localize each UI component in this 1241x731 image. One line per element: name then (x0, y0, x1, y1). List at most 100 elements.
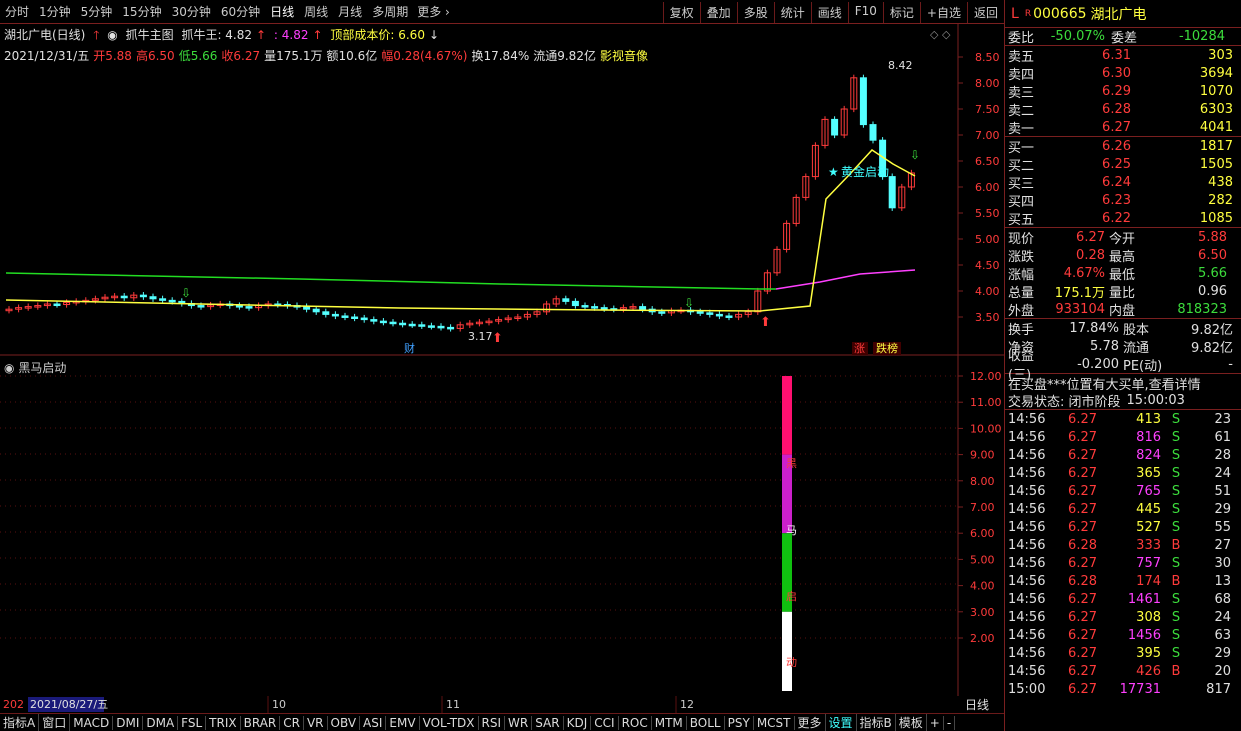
tool-button-3[interactable]: 统计 (773, 2, 811, 23)
period-tab-3[interactable]: 15分钟 (117, 3, 166, 20)
ask-volume: 3694 (1199, 65, 1233, 81)
tool-button-6[interactable]: 标记 (882, 2, 920, 23)
indicator-tab-4[interactable]: DMA (143, 715, 179, 730)
candle-body (706, 312, 714, 315)
indicator-tab-15[interactable]: WR (505, 715, 533, 730)
bid-volume: 438 (1208, 174, 1233, 190)
tick-list[interactable]: 14:56 6.27 413 S 23 14:56 6.27 816 S 61 14:56 6.27 8… (1005, 410, 1241, 698)
period-tab-0[interactable]: 分时 (0, 3, 34, 20)
tool-button-0[interactable]: 复权 (662, 2, 700, 23)
val2-up-arrow-icon: ↑ (312, 28, 323, 42)
quote2-row: 换手 17.84% 股本 9.82亿 (1005, 319, 1241, 338)
indicator-tab-17[interactable]: KDJ (564, 715, 592, 730)
stock-flag: L (1011, 5, 1019, 22)
quote-label: 涨幅 (1008, 267, 1035, 283)
finance-marker[interactable]: 财 (404, 341, 415, 355)
tick-price: 6.28 (1068, 573, 1097, 589)
indicator-tab-2[interactable]: MACD (70, 715, 114, 730)
period-tab-1[interactable]: 1分钟 (34, 3, 76, 20)
indicator-tab-19[interactable]: ROC (619, 715, 652, 730)
indicator-tab-26[interactable]: 指标B (857, 714, 896, 731)
indicator-tab-14[interactable]: RSI (479, 715, 506, 730)
date-start: 2021/08/27/五 (30, 698, 108, 711)
notice-link[interactable]: 在买盘***位置有大买单,查看详情 (1005, 374, 1241, 393)
period-tab-7[interactable]: 周线 (299, 3, 333, 20)
indicator-name[interactable]: 抓牛主图 (126, 28, 174, 42)
more-periods-button[interactable]: 更多 › (413, 3, 454, 20)
candle-body (360, 317, 368, 321)
quote-value2: 6.50 (1198, 247, 1227, 263)
candle-body (53, 303, 61, 306)
tick-price: 6.27 (1068, 555, 1097, 571)
tool-button-1[interactable]: 叠加 (699, 2, 737, 23)
indicator-tab-25[interactable]: 设置 (826, 714, 857, 731)
indicator-tab-22[interactable]: PSY (725, 715, 754, 730)
tick-row: 14:56 6.27 308 S 24 (1005, 608, 1241, 626)
indicator-tab-6[interactable]: TRIX (206, 715, 241, 730)
y-sub-label: 3.00 (970, 606, 995, 619)
indicator-tab-8[interactable]: CR (280, 715, 304, 730)
indicator-tab-13[interactable]: VOL-TDX (420, 715, 479, 730)
indicator-tab-29[interactable]: - (944, 715, 956, 730)
period-tab-4[interactable]: 30分钟 (167, 3, 216, 20)
tool-button-2[interactable]: 多股 (736, 2, 774, 23)
indicator-tab-0[interactable]: 指标A (0, 714, 40, 731)
indicator-tab-20[interactable]: MTM (652, 715, 687, 730)
indicator-tab-11[interactable]: ASI (360, 715, 387, 730)
indicator-tab-5[interactable]: FSL (178, 715, 207, 730)
period-tab-9[interactable]: 多周期 (367, 3, 413, 20)
indicator-tab-28[interactable]: + (927, 715, 944, 730)
candle-body (341, 315, 349, 318)
tick-time: 14:56 (1008, 537, 1046, 553)
quote-value: 4.67% (1063, 265, 1105, 281)
indicator-tab-23[interactable]: MCST (754, 715, 795, 730)
bid-row: 买三 6.24 438 (1005, 173, 1241, 192)
indicator-tab-18[interactable]: CCI (591, 715, 619, 730)
tick-row: 14:56 6.27 527 S 55 (1005, 518, 1241, 536)
indicator-tab-9[interactable]: VR (304, 715, 328, 730)
quote-label2: 内盘 (1109, 303, 1136, 319)
indicator-tab-10[interactable]: OBV (328, 715, 361, 730)
indicator-tab-21[interactable]: BOLL (687, 715, 725, 730)
ask-volume: 1070 (1199, 83, 1233, 99)
indicator-tab-16[interactable]: SAR (532, 715, 564, 730)
tool-button-8[interactable]: 返回 (966, 2, 1004, 23)
tool-button-7[interactable]: +自选 (919, 2, 967, 23)
indicator-tab-1[interactable]: 窗口 (39, 714, 71, 731)
sub-title-label: 黑马启动 (18, 361, 67, 375)
kline-chart-svg[interactable]: 8.50 8.00 7.50 7.00 6.50 6.00 5.50 5.00 4.50 4.00… (0, 24, 1004, 696)
tick-price: 6.28 (1068, 537, 1097, 553)
period-tab-8[interactable]: 月线 (333, 3, 367, 20)
sub-toggle-icon[interactable]: ◉ (4, 361, 14, 375)
bid-label: 买四 (1008, 194, 1035, 210)
y-main-label: 7.50 (975, 103, 1000, 116)
tick-price: 6.27 (1068, 519, 1097, 535)
sub-indicator-title[interactable]: ◉ 黑马启动 (4, 359, 66, 376)
period-tab-5[interactable]: 60分钟 (216, 3, 265, 20)
tick-time: 15:00 (1008, 681, 1046, 697)
candle-body (696, 311, 704, 314)
stock-r-flag: R (1024, 8, 1032, 19)
info-theme[interactable]: 影视音像 (600, 49, 648, 63)
indicator-tab-12[interactable]: EMV (386, 715, 420, 730)
indicator-tab-3[interactable]: DMI (113, 715, 144, 730)
indicator-tab-7[interactable]: BRAR (241, 715, 281, 730)
tool-button-5[interactable]: F10 (847, 2, 883, 23)
chart-zoom-icon[interactable]: ◇ ◇ (930, 28, 951, 41)
candle-body (427, 325, 435, 328)
chart-area[interactable]: 8.50 8.00 7.50 7.00 6.50 6.00 5.50 5.00 4.50 4.00… (0, 24, 1004, 696)
period-tab-2[interactable]: 5分钟 (76, 3, 118, 20)
quote-row: 涨跌 0.28 最高 6.50 (1005, 246, 1241, 265)
indicator-tab-27[interactable]: 模板 (896, 714, 927, 731)
quote-value2: 5.66 (1198, 265, 1227, 281)
period-tab-6[interactable]: 日线 (265, 3, 299, 20)
candle-body (639, 306, 647, 310)
tool-button-4[interactable]: 画线 (810, 2, 848, 23)
tick-volume: 395 (1136, 645, 1161, 661)
ask-label: 卖三 (1008, 85, 1035, 101)
indicator-toggle-icon[interactable]: ◉ (107, 28, 117, 42)
tick-count: 23 (1214, 411, 1231, 427)
tick-time: 14:56 (1008, 501, 1046, 517)
quote-value: 6.27 (1076, 229, 1105, 245)
indicator-tab-24[interactable]: 更多 (795, 714, 826, 731)
